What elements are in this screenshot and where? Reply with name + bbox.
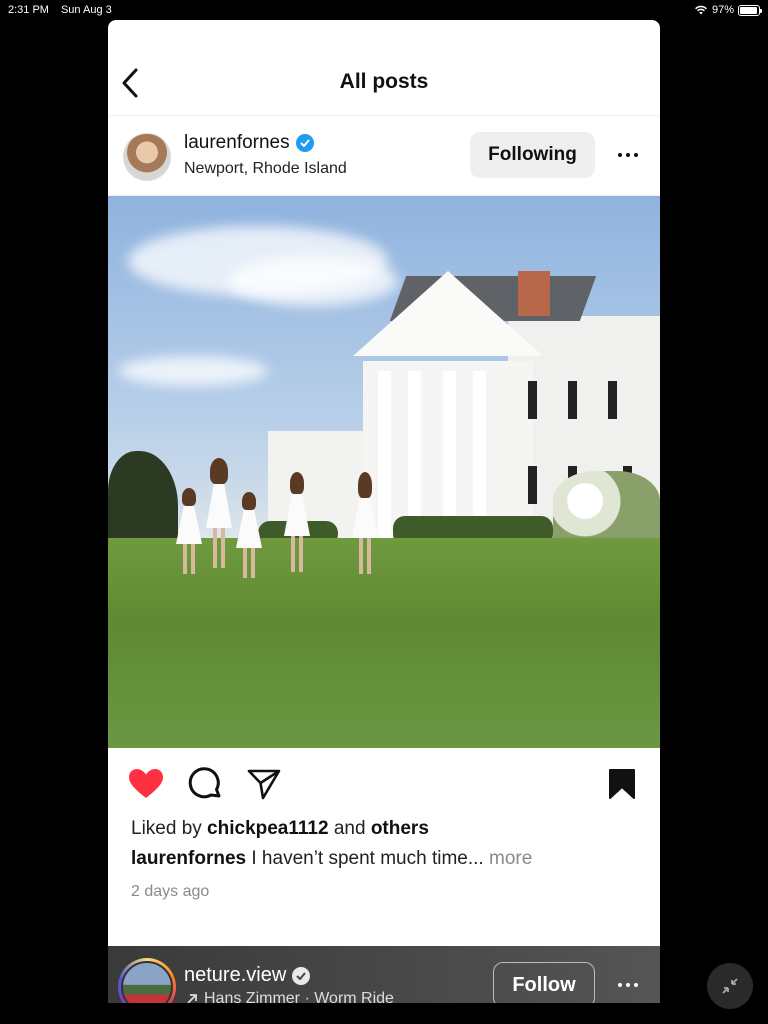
- child-figure: [284, 472, 310, 572]
- wifi-icon: [695, 5, 707, 15]
- more-options-icon[interactable]: [612, 142, 644, 168]
- next-post-audio[interactable]: Hans Zimmer · Worm Ride: [186, 990, 394, 1003]
- send-icon: [247, 769, 281, 800]
- status-right: 97%: [694, 0, 762, 20]
- child-figure: [236, 492, 262, 578]
- caption-text: I haven’t spent much time...: [246, 848, 484, 869]
- status-time: 2:31 PM: [8, 4, 49, 16]
- child-figure: [352, 472, 378, 574]
- caption-more-link[interactable]: more: [484, 848, 532, 869]
- page-title: All posts: [339, 70, 429, 93]
- next-username-row: neture.view: [184, 964, 311, 987]
- child-figure: [206, 458, 232, 568]
- share-button[interactable]: [244, 766, 284, 802]
- nav-bar: All posts: [108, 20, 660, 116]
- like-button[interactable]: [126, 766, 166, 802]
- verified-badge-icon: [292, 966, 311, 985]
- post-username[interactable]: laurenfornes: [184, 132, 290, 154]
- post-timestamp: 2 days ago: [131, 883, 210, 900]
- save-button[interactable]: [602, 766, 642, 802]
- battery-icon: [738, 4, 762, 16]
- battery-fill: [740, 6, 758, 14]
- battery-percent: 97%: [711, 4, 734, 16]
- child-figure: [176, 488, 202, 574]
- likes-middle: and: [328, 818, 371, 839]
- comment-button[interactable]: [185, 766, 225, 802]
- next-post-avatar[interactable]: [118, 958, 176, 1003]
- follow-button[interactable]: Follow: [493, 962, 595, 1003]
- username-row: laurenfornes: [184, 132, 314, 154]
- following-button[interactable]: Following: [470, 132, 595, 178]
- status-date: Sun Aug 3: [60, 4, 112, 16]
- heart-icon: [129, 769, 163, 798]
- verified-badge-icon: [295, 134, 314, 152]
- status-bar: 2:31 PM Sun Aug 3 97%: [0, 0, 768, 20]
- caption: laurenfornes I haven’t spent much time..…: [131, 848, 532, 870]
- liked-by-user[interactable]: chickpea1112: [207, 818, 329, 839]
- arrow-up-right-icon: [187, 994, 197, 1003]
- avatar[interactable]: [123, 133, 171, 181]
- bookmark-icon: [609, 769, 635, 799]
- comment-icon: [188, 767, 221, 799]
- next-post-audio-label: Hans Zimmer · Worm Ride: [204, 990, 394, 1003]
- post-header: laurenfornes Newport, Rhode Island Follo…: [108, 116, 660, 196]
- caption-username[interactable]: laurenfornes: [131, 848, 246, 869]
- post-location[interactable]: Newport, Rhode Island: [184, 160, 347, 178]
- next-post-header: neture.view Hans Zimmer · Worm Ride Foll…: [108, 946, 660, 1003]
- hydrangea-bush: [553, 471, 660, 546]
- minimize-button[interactable]: [707, 963, 753, 1009]
- collapse-arrows-icon: [722, 978, 738, 994]
- likes-prefix: Liked by: [131, 818, 208, 839]
- next-post-username[interactable]: neture.view: [184, 964, 286, 987]
- likes-summary[interactable]: Liked by chickpea1112 and others: [131, 818, 429, 840]
- more-options-icon[interactable]: [612, 972, 644, 998]
- tree: [108, 451, 178, 551]
- post-image[interactable]: [108, 196, 660, 748]
- app-window: All posts laurenfornes Newport, Rhode Is…: [108, 20, 660, 1003]
- post-actions: [108, 748, 660, 818]
- liked-by-others[interactable]: others: [371, 818, 429, 839]
